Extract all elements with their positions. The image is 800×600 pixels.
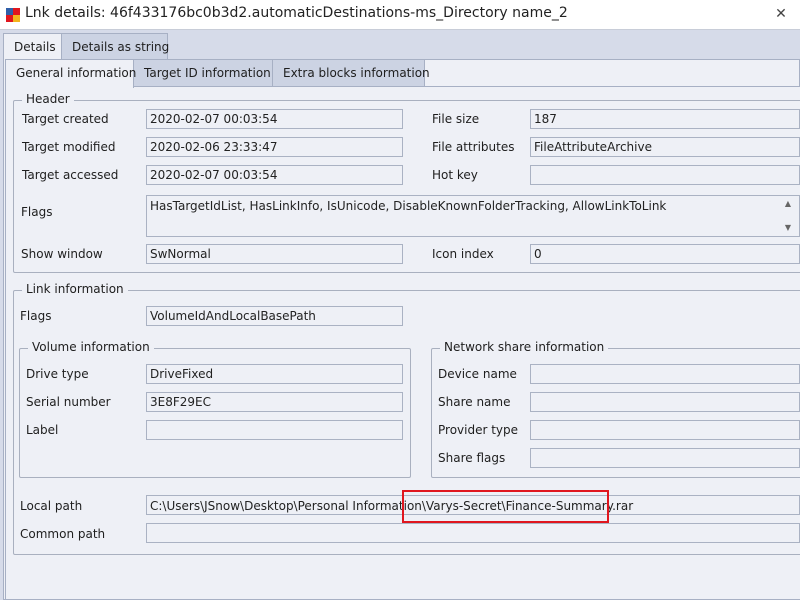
header-flags-label: Flags <box>21 205 53 219</box>
link-flags-field[interactable]: VolumeIdAndLocalBasePath <box>146 306 403 326</box>
tab-extra-blocks-information[interactable]: Extra blocks information <box>272 59 430 86</box>
header-group-title: Header <box>22 92 74 106</box>
device-name-label: Device name <box>438 367 517 381</box>
drive-type-field[interactable]: DriveFixed <box>146 364 403 384</box>
tab-details[interactable]: Details <box>3 33 62 62</box>
header-flags-field[interactable]: HasTargetIdList, HasLinkInfo, IsUnicode,… <box>146 195 800 237</box>
network-share-information-group-title: Network share information <box>440 340 609 354</box>
device-name-field[interactable] <box>530 364 800 384</box>
lnk-details-app-icon <box>6 8 20 22</box>
common-path-label: Common path <box>20 527 106 541</box>
provider-type-label: Provider type <box>438 423 519 437</box>
volume-information-group-title: Volume information <box>28 340 154 354</box>
target-accessed-label: Target accessed <box>22 168 119 182</box>
target-created-field[interactable]: 2020-02-07 00:03:54 <box>146 109 403 129</box>
volume-label-field[interactable] <box>146 420 403 440</box>
link-flags-label: Flags <box>20 309 52 323</box>
title-bar: Lnk details: 46f433176bc0b3d2.automaticD… <box>0 0 800 30</box>
icon-index-field[interactable]: 0 <box>530 244 800 264</box>
provider-type-field[interactable] <box>530 420 800 440</box>
share-name-label: Share name <box>438 395 511 409</box>
share-name-field[interactable] <box>530 392 800 412</box>
drive-type-label: Drive type <box>26 367 89 381</box>
target-modified-label: Target modified <box>22 140 116 154</box>
scroll-down-icon[interactable]: ▼ <box>783 223 793 233</box>
icon-index-label: Icon index <box>432 247 494 261</box>
file-attributes-label: File attributes <box>432 140 515 154</box>
close-icon[interactable]: ✕ <box>770 4 792 24</box>
tab-details-as-string[interactable]: Details as string <box>61 33 169 60</box>
window-title: Lnk details: 46f433176bc0b3d2.automaticD… <box>25 5 568 21</box>
tab-target-id-information[interactable]: Target ID information <box>133 59 273 86</box>
file-attributes-field[interactable]: FileAttributeArchive <box>530 137 800 157</box>
link-information-group-title: Link information <box>22 282 128 296</box>
serial-number-field[interactable]: 3E8F29EC <box>146 392 403 412</box>
target-created-label: Target created <box>22 112 109 126</box>
local-path-highlight-box <box>402 490 609 523</box>
serial-number-label: Serial number <box>26 395 111 409</box>
show-window-field[interactable]: SwNormal <box>146 244 403 264</box>
share-flags-label: Share flags <box>438 451 506 465</box>
scroll-up-icon[interactable]: ▲ <box>783 199 793 209</box>
share-flags-field[interactable] <box>530 448 800 468</box>
tab-general-information[interactable]: General information <box>5 59 136 88</box>
show-window-label: Show window <box>21 247 103 261</box>
hot-key-label: Hot key <box>432 168 478 182</box>
file-size-field[interactable]: 187 <box>530 109 800 129</box>
volume-label-label: Label <box>26 423 59 437</box>
target-modified-field[interactable]: 2020-02-06 23:33:47 <box>146 137 403 157</box>
target-accessed-field[interactable]: 2020-02-07 00:03:54 <box>146 165 403 185</box>
file-size-label: File size <box>432 112 480 126</box>
local-path-label: Local path <box>20 499 83 513</box>
common-path-field[interactable] <box>146 523 800 543</box>
hot-key-field[interactable] <box>530 165 800 185</box>
